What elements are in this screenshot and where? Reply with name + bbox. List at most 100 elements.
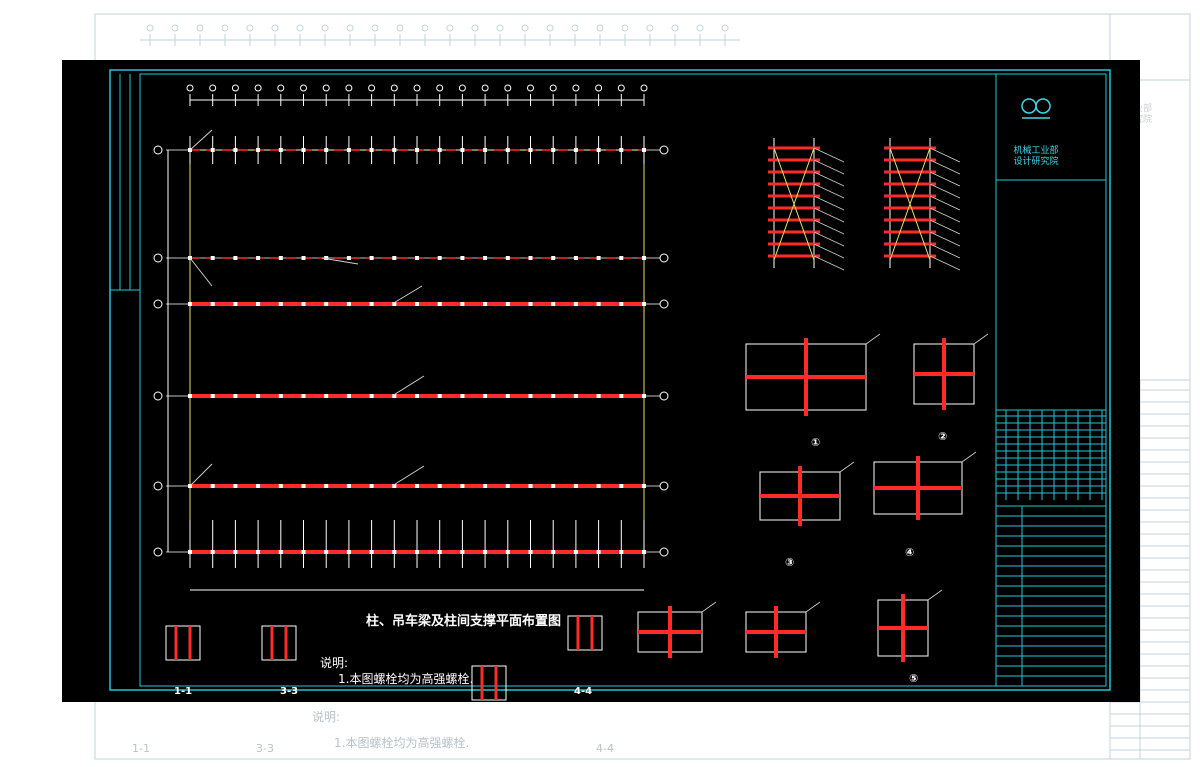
column-marker	[301, 550, 306, 554]
column-marker	[596, 484, 601, 488]
ghost-bubble	[171, 24, 179, 32]
column-marker	[642, 394, 646, 398]
detail-leader	[865, 333, 881, 345]
column-marker	[505, 394, 510, 398]
axis-number-bubble	[186, 84, 194, 92]
institute-name: 机械工业部 设计研究院	[1013, 146, 1059, 167]
column-marker	[188, 302, 192, 306]
row-axis-bubble	[659, 253, 669, 263]
title-block-grid	[996, 410, 1106, 500]
axis-number-bubble	[368, 84, 376, 92]
column-marker	[210, 550, 215, 554]
column-marker	[642, 484, 646, 488]
column-marker	[505, 148, 510, 152]
axis-number-bubble	[209, 84, 217, 92]
column-marker	[551, 550, 556, 554]
axis-number-bubble	[277, 84, 285, 92]
column-marker	[483, 484, 488, 488]
column-marker	[437, 302, 442, 306]
column-marker	[346, 484, 351, 488]
column-marker	[301, 394, 306, 398]
note-line-1: 1.本图螺栓均为高强螺栓.	[338, 672, 474, 686]
column-marker	[619, 394, 624, 398]
column-marker	[210, 148, 215, 152]
column-marker	[369, 256, 374, 260]
ghost-bubble	[521, 24, 529, 32]
axis-number-bubble	[617, 84, 625, 92]
column-marker	[437, 394, 442, 398]
ghost-bubble	[571, 24, 579, 32]
row-axis-bubble	[153, 145, 163, 155]
column-marker	[346, 256, 351, 260]
column-marker	[483, 550, 488, 554]
column-marker	[460, 148, 465, 152]
axis-number-bubble	[458, 84, 466, 92]
column-marker	[346, 302, 351, 306]
column-marker	[301, 302, 306, 306]
detail-number-1: ①	[811, 436, 821, 449]
plan-axis-lines	[166, 136, 660, 568]
column-marker	[483, 394, 488, 398]
column-marker	[301, 148, 306, 152]
column-marker	[346, 148, 351, 152]
column-marker	[483, 148, 488, 152]
column-marker	[369, 302, 374, 306]
column-marker	[324, 394, 329, 398]
leader-lines	[189, 129, 425, 487]
axis-number-bubble	[572, 84, 580, 92]
column-marker	[324, 550, 329, 554]
column-marker	[505, 302, 510, 306]
section-frame	[567, 615, 603, 651]
leader-line	[391, 465, 425, 487]
column-marker	[460, 256, 465, 260]
leader-line	[321, 257, 359, 265]
row-axis-bubble	[659, 299, 669, 309]
column-marker	[210, 302, 215, 306]
column-marker	[596, 550, 601, 554]
column-marker	[505, 256, 510, 260]
row-axis-bubble	[659, 391, 669, 401]
column-marker	[551, 256, 556, 260]
row-axis-bubble	[153, 481, 163, 491]
drawing-title: 柱、吊车梁及柱间支撑平面布置图	[366, 614, 562, 629]
column-marker	[596, 256, 601, 260]
section-frame	[471, 665, 507, 701]
axis-number-bubble	[436, 84, 444, 92]
row-axis-bubble	[153, 253, 163, 263]
column-marker	[278, 394, 283, 398]
ghost-bubble	[221, 24, 229, 32]
detail-leader	[961, 451, 977, 463]
column-marker	[528, 550, 533, 554]
institute-logo-icon	[1021, 98, 1051, 119]
detail-leader	[973, 333, 989, 345]
column-marker	[460, 394, 465, 398]
leader-line	[391, 375, 425, 397]
column-marker	[233, 148, 238, 152]
detail-leader	[839, 461, 855, 473]
column-marker	[233, 484, 238, 488]
plan-dimension-lines	[167, 84, 648, 591]
axis-number-bubble	[595, 84, 603, 92]
column-marker	[278, 302, 283, 306]
column-marker	[415, 256, 419, 260]
column-marker	[573, 256, 578, 260]
leader-line	[189, 463, 213, 487]
column-marker	[619, 302, 624, 306]
ghost-section-4-4: 4-4	[596, 742, 614, 755]
axis-number-bubble	[504, 84, 512, 92]
outer-frame	[109, 69, 1111, 691]
axis-number-bubble	[322, 84, 330, 92]
leader-line	[189, 257, 213, 287]
ghost-bubble	[496, 24, 504, 32]
ghost-bubble	[271, 24, 279, 32]
column-marker	[551, 148, 556, 152]
ghost-bubble	[671, 24, 679, 32]
column-marker	[642, 256, 646, 260]
elevation-leader	[929, 255, 961, 271]
drawing-canvas	[109, 69, 1111, 701]
leader-line	[391, 285, 423, 305]
column-marker	[460, 550, 465, 554]
ghost-note-line: 1.本图螺栓均为高强螺栓.	[334, 736, 470, 750]
column-marker	[528, 484, 533, 488]
column-marker	[256, 550, 261, 554]
